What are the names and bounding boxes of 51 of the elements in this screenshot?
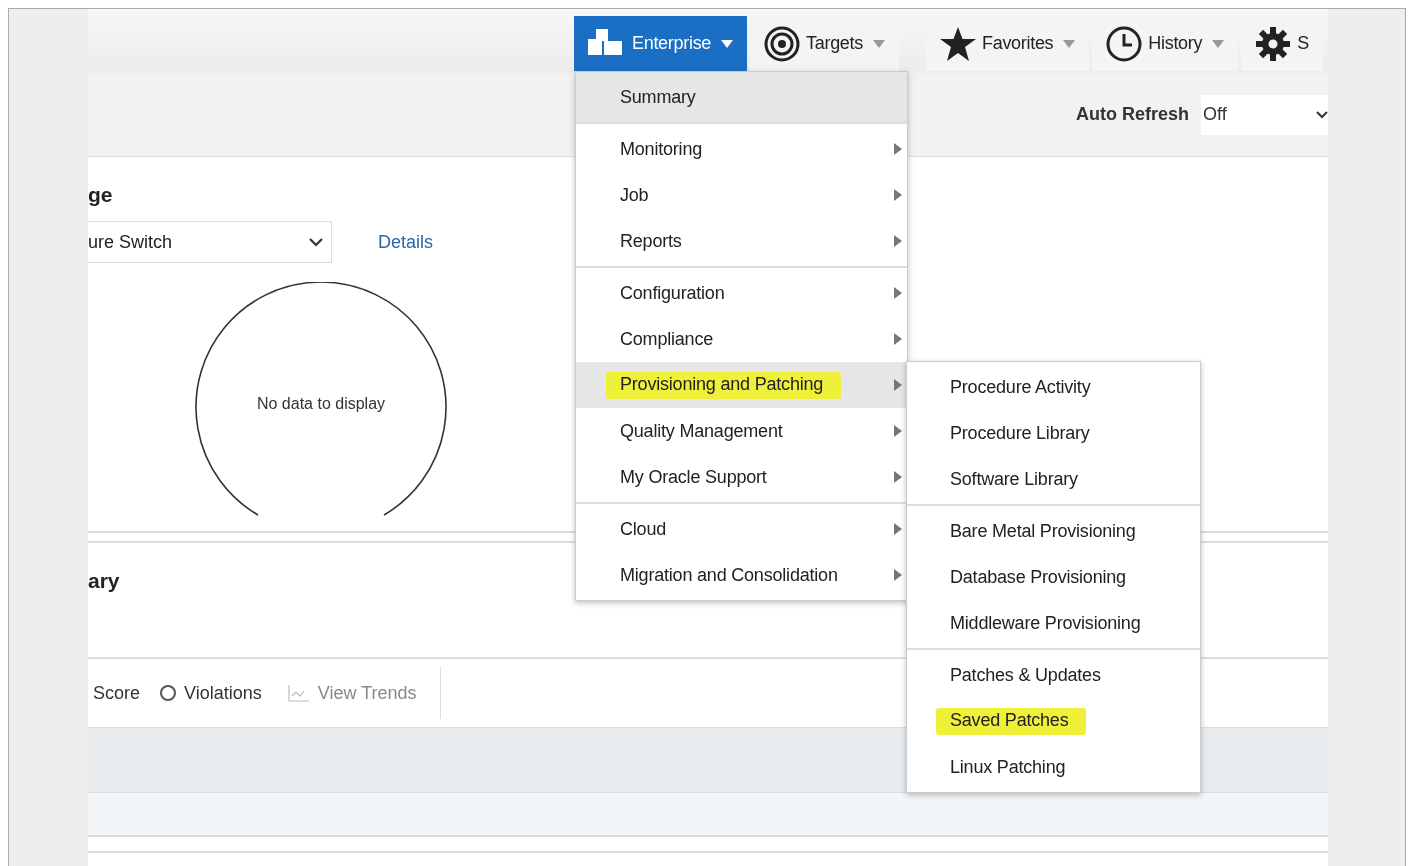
- target-icon: [764, 25, 801, 62]
- menu-item[interactable]: Procedure Library: [907, 410, 1200, 456]
- submenu-arrow-icon: [894, 235, 902, 247]
- auto-refresh-select[interactable]: Off: [1201, 94, 1328, 135]
- menu-item[interactable]: Quality Management: [576, 408, 907, 454]
- menu-item[interactable]: Middleware Provisioning: [907, 600, 1200, 646]
- settings-icon: [1255, 25, 1292, 62]
- chevron-down-icon: [309, 237, 323, 247]
- star-icon: [940, 26, 976, 61]
- no-data-message: No data to display: [255, 395, 387, 413]
- submenu-arrow-icon: [894, 425, 902, 437]
- nav-menu-button[interactable]: Enterprise: [574, 16, 748, 71]
- menu-item[interactable]: Procedure Activity: [907, 364, 1200, 410]
- menu-item[interactable]: Database Provisioning: [907, 554, 1200, 600]
- menu-item[interactable]: Provisioning and Patching: [576, 362, 907, 408]
- menu-item[interactable]: Compliance: [576, 316, 907, 362]
- menu-item[interactable]: My Oracle Support: [576, 454, 907, 500]
- chevron-down-icon: [1316, 110, 1328, 119]
- caret-icon: [1063, 39, 1076, 48]
- submenu-arrow-icon: [894, 471, 902, 483]
- auto-refresh-label: Auto Refresh: [1076, 104, 1189, 125]
- caret-icon: [1212, 39, 1225, 48]
- menu-item[interactable]: Reports: [576, 218, 907, 264]
- submenu-arrow-icon: [894, 333, 902, 345]
- clock-icon: [1106, 25, 1143, 62]
- menu-item[interactable]: Saved Patches: [907, 698, 1200, 744]
- submenu-arrow-icon: [894, 143, 902, 155]
- submenu-arrow-icon: [894, 287, 902, 299]
- menu-item[interactable]: Job: [576, 172, 907, 218]
- menu-item[interactable]: Linux Patching: [907, 744, 1200, 790]
- menu-item[interactable]: Migration and Consolidation: [576, 552, 907, 598]
- violations-radio[interactable]: Violations: [160, 682, 262, 704]
- dropdown-field[interactable]: ure Switch: [88, 221, 332, 263]
- menu-item[interactable]: Bare Metal Provisioning: [907, 508, 1200, 554]
- submenu-arrow-icon: [894, 523, 902, 535]
- caret-icon: [873, 39, 885, 48]
- menu-item[interactable]: Cloud: [576, 506, 907, 552]
- caret-icon: [721, 39, 734, 48]
- menu-item[interactable]: Software Library: [907, 456, 1200, 502]
- menu-item[interactable]: Configuration: [576, 270, 907, 316]
- section-title: ary: [88, 569, 120, 593]
- score-label: Score: [93, 682, 141, 704]
- menu-item[interactable]: Summary: [576, 72, 907, 122]
- menu-item[interactable]: Monitoring: [576, 126, 907, 172]
- submenu-arrow-icon: [894, 189, 902, 201]
- menu-item[interactable]: Patches & Updates: [907, 652, 1200, 698]
- details-link[interactable]: Details: [378, 231, 434, 253]
- submenu-arrow-icon: [894, 379, 902, 391]
- submenu-arrow-icon: [894, 569, 902, 581]
- trend-chart-icon: [287, 684, 310, 702]
- section-title: ge: [88, 183, 113, 207]
